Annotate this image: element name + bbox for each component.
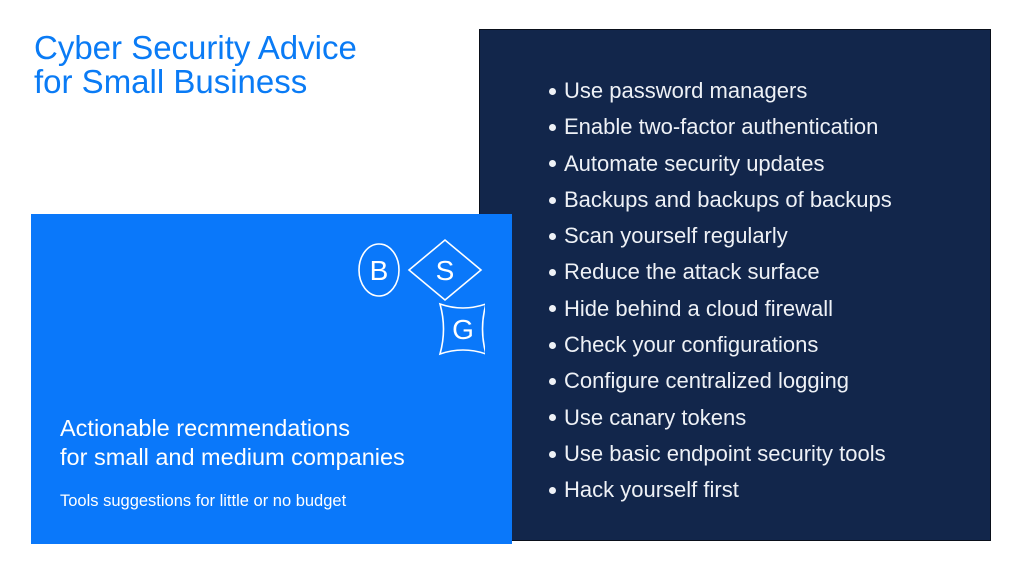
bullet-icon — [549, 196, 556, 204]
logo-letter-s: S — [436, 255, 455, 286]
list-item-text: Use canary tokens — [564, 404, 747, 430]
bullet-icon — [549, 378, 556, 386]
list-item-text: Use basic endpoint security tools — [564, 440, 886, 466]
bullet-icon — [549, 341, 556, 349]
subtitle-line-1: Actionable recmmendations — [60, 415, 350, 441]
page-title: Cyber Security Advice for Small Business — [34, 31, 357, 99]
list-item: Backups and backups of backups — [549, 182, 892, 218]
list-item: Use canary tokens — [549, 400, 892, 436]
list-item-text: Enable two-factor authentication — [564, 114, 879, 140]
list-item-text: Check your configurations — [564, 332, 819, 358]
list-item: Enable two-factor authentication — [549, 109, 892, 145]
bsg-logo-icon: B S G — [358, 238, 485, 356]
bullet-icon — [549, 123, 556, 131]
bullet-icon — [549, 87, 556, 95]
tagline: Tools suggestions for little or no budge… — [60, 492, 347, 510]
list-item-text: Use password managers — [564, 78, 808, 103]
bullet-icon — [549, 232, 556, 240]
logo-letter-g: G — [452, 314, 474, 345]
list-item: Reduce the attack surface — [549, 254, 892, 290]
bullet-icon — [549, 450, 556, 458]
list-item-text: Configure centralized logging — [564, 368, 849, 394]
title-line-1: Cyber Security Advice — [34, 29, 357, 66]
bullet-icon — [549, 269, 556, 277]
list-item-text: Reduce the attack surface — [564, 259, 820, 285]
list-item-text: Hack yourself first — [564, 477, 739, 503]
title-line-2: for Small Business — [34, 63, 308, 100]
list-item: Automate security updates — [549, 146, 892, 182]
bullet-icon — [549, 305, 556, 313]
list-item: Use basic endpoint security tools — [549, 436, 892, 472]
list-item-text: Automate security updates — [564, 150, 825, 176]
subtitle: Actionable recmmendations for small and … — [60, 414, 405, 472]
subtitle-line-2: for small and medium companies — [60, 444, 405, 470]
list-item: Hide behind a cloud firewall — [549, 291, 892, 327]
logo-letter-b: B — [370, 255, 389, 286]
bullet-icon — [549, 160, 556, 168]
list-item-text: Hide behind a cloud firewall — [564, 295, 834, 321]
advice-list: Use password managers Enable two-factor … — [549, 73, 892, 509]
list-item: Configure centralized logging — [549, 363, 892, 399]
list-item: Check your configurations — [549, 327, 892, 363]
list-item: Use password managers — [549, 73, 892, 109]
bullet-icon — [549, 486, 556, 494]
list-item: Scan yourself regularly — [549, 218, 892, 254]
list-item-text: Scan yourself regularly — [564, 223, 788, 249]
list-item: Hack yourself first — [549, 472, 892, 508]
list-item-text: Backups and backups of backups — [564, 186, 892, 212]
bullet-icon — [549, 414, 556, 422]
